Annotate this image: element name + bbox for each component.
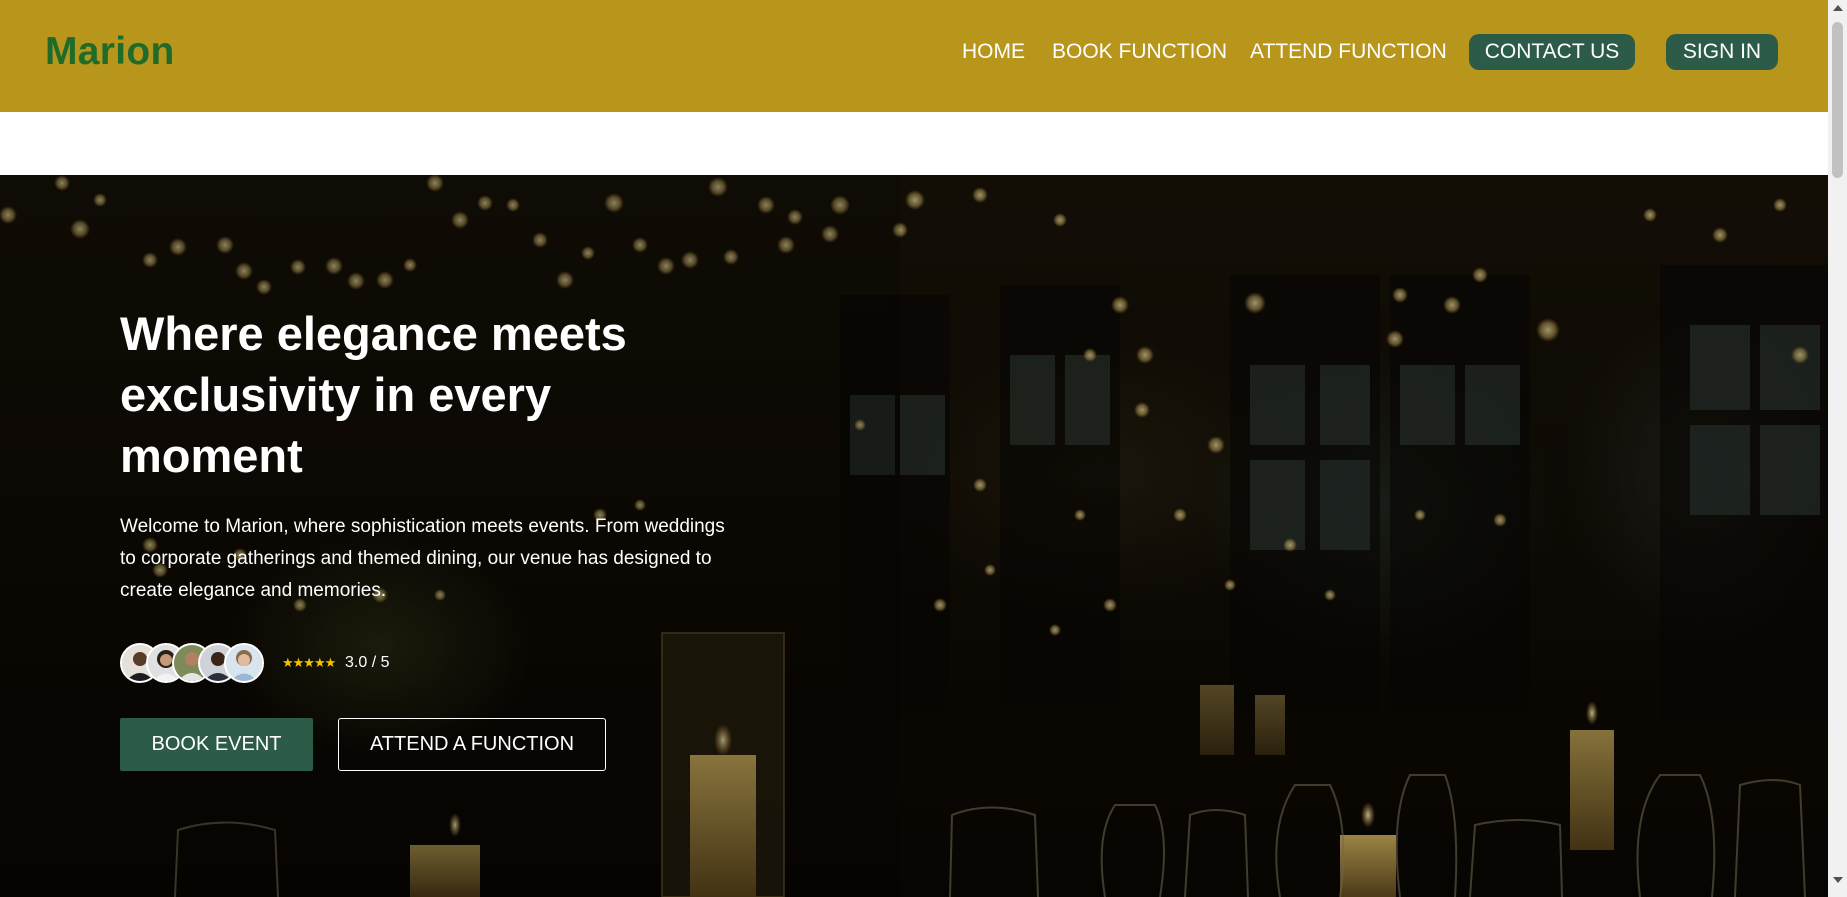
nav-attend-function-link[interactable]: ATTEND FUNCTION [1250, 40, 1447, 64]
page: Marion HOME BOOK FUNCTION ATTEND FUNCTIO… [0, 0, 1847, 897]
top-navbar: Marion HOME BOOK FUNCTION ATTEND FUNCTIO… [0, 0, 1828, 112]
rating-value: 3.0 / 5 [345, 654, 390, 671]
scroll-up-arrow-icon[interactable] [1833, 5, 1843, 11]
book-event-button[interactable]: BOOK EVENT [120, 718, 313, 771]
attend-a-function-button[interactable]: ATTEND A FUNCTION [338, 718, 606, 771]
star-rating-icons: ★★★★★ [282, 655, 336, 670]
avatar [224, 643, 264, 683]
scrollbar-thumb[interactable] [1832, 22, 1843, 178]
rating-row: ★★★★★ 3.0 / 5 [120, 643, 520, 683]
hero-title: Where elegance meets exclusivity in ever… [120, 307, 627, 482]
spacer-band [0, 112, 1828, 175]
hero-section: Where elegance meets exclusivity in ever… [0, 175, 1828, 897]
contact-us-button[interactable]: CONTACT US [1469, 34, 1635, 70]
nav-book-function-link[interactable]: BOOK FUNCTION [1052, 40, 1227, 64]
nav-home-link[interactable]: HOME [962, 40, 1025, 64]
vertical-scrollbar[interactable] [1828, 0, 1847, 897]
brand-logo[interactable]: Marion [45, 30, 175, 74]
hero-description: Welcome to Marion, where sophistication … [120, 516, 725, 601]
sign-in-button[interactable]: SIGN IN [1666, 34, 1778, 70]
scroll-down-arrow-icon[interactable] [1833, 877, 1843, 883]
